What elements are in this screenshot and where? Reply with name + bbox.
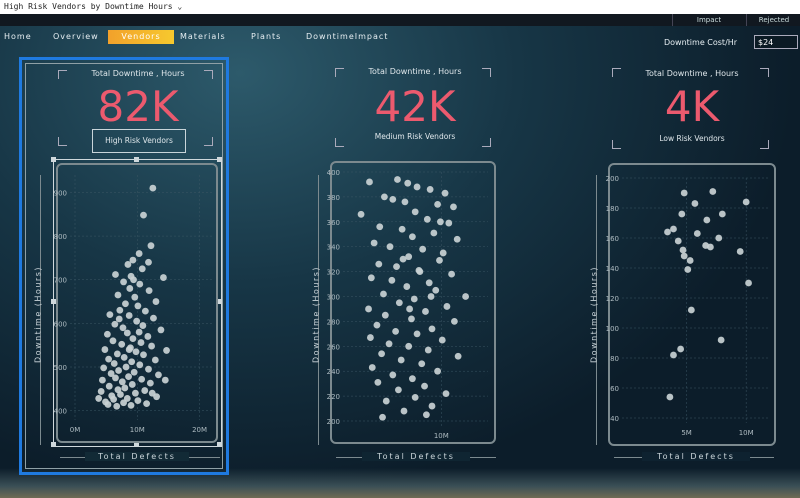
y-axis-label-medium: Downtime (Hours) — [311, 266, 321, 363]
y-axis-label-low: Downtime (Hours) — [589, 266, 599, 363]
bracket — [204, 137, 213, 146]
nav-home[interactable]: Home — [4, 30, 32, 44]
page-tabs-bar: Impact Rejected — [0, 14, 800, 26]
resize-handle[interactable] — [134, 157, 139, 162]
resize-handle[interactable] — [51, 442, 56, 447]
nav-plants[interactable]: Plants — [251, 30, 281, 44]
kpi-value-high: 82K — [97, 82, 179, 131]
nav-vendors[interactable]: Vendors — [108, 30, 174, 44]
window-title: High Risk Vendors by Downtime Hours — [4, 2, 173, 11]
kpi-subtitle-low: Low Risk Vendors — [659, 134, 725, 143]
window-title-bar: High Risk Vendors by Downtime Hours ⌄ — [0, 0, 800, 14]
resize-handle[interactable] — [217, 157, 222, 162]
y-axis-label-high: Downtime (Hours) — [33, 266, 43, 363]
x-axis-label-medium: Total Defects — [362, 452, 470, 461]
x-axis-label-high: Total Defects — [85, 452, 189, 461]
scatter-frame-low — [608, 163, 776, 446]
kpi-subtitle-high: High Risk Vendors — [105, 136, 173, 145]
tab-impact[interactable]: Impact — [672, 14, 745, 26]
cost-input[interactable]: $24 — [754, 35, 798, 49]
scatter-frame-high — [56, 163, 218, 443]
nav-downtime-impact[interactable]: DowntimeImpact — [306, 30, 388, 44]
chevron-down-icon[interactable]: ⌄ — [177, 2, 182, 11]
bracket — [58, 137, 67, 146]
tab-rejected[interactable]: Rejected — [746, 14, 800, 26]
resize-handle[interactable] — [51, 157, 56, 162]
cost-label: Downtime Cost/Hr — [664, 38, 738, 47]
x-axis-label-low: Total Defects — [642, 452, 750, 461]
nav-overview[interactable]: Overview — [53, 30, 99, 44]
kpi-title-medium: Total Downtime , Hours — [368, 67, 462, 76]
kpi-title-high: Total Downtime , Hours — [91, 69, 185, 78]
scatter-frame-medium — [330, 161, 496, 444]
kpi-subtitle-medium: Medium Risk Vendors — [374, 132, 456, 141]
kpi-value-medium: 42K — [374, 82, 456, 131]
kpi-value-low: 4K — [664, 82, 720, 131]
resize-handle[interactable] — [217, 442, 222, 447]
nav-materials[interactable]: Materials — [180, 30, 226, 44]
kpi-title-low: Total Downtime , Hours — [645, 69, 739, 78]
